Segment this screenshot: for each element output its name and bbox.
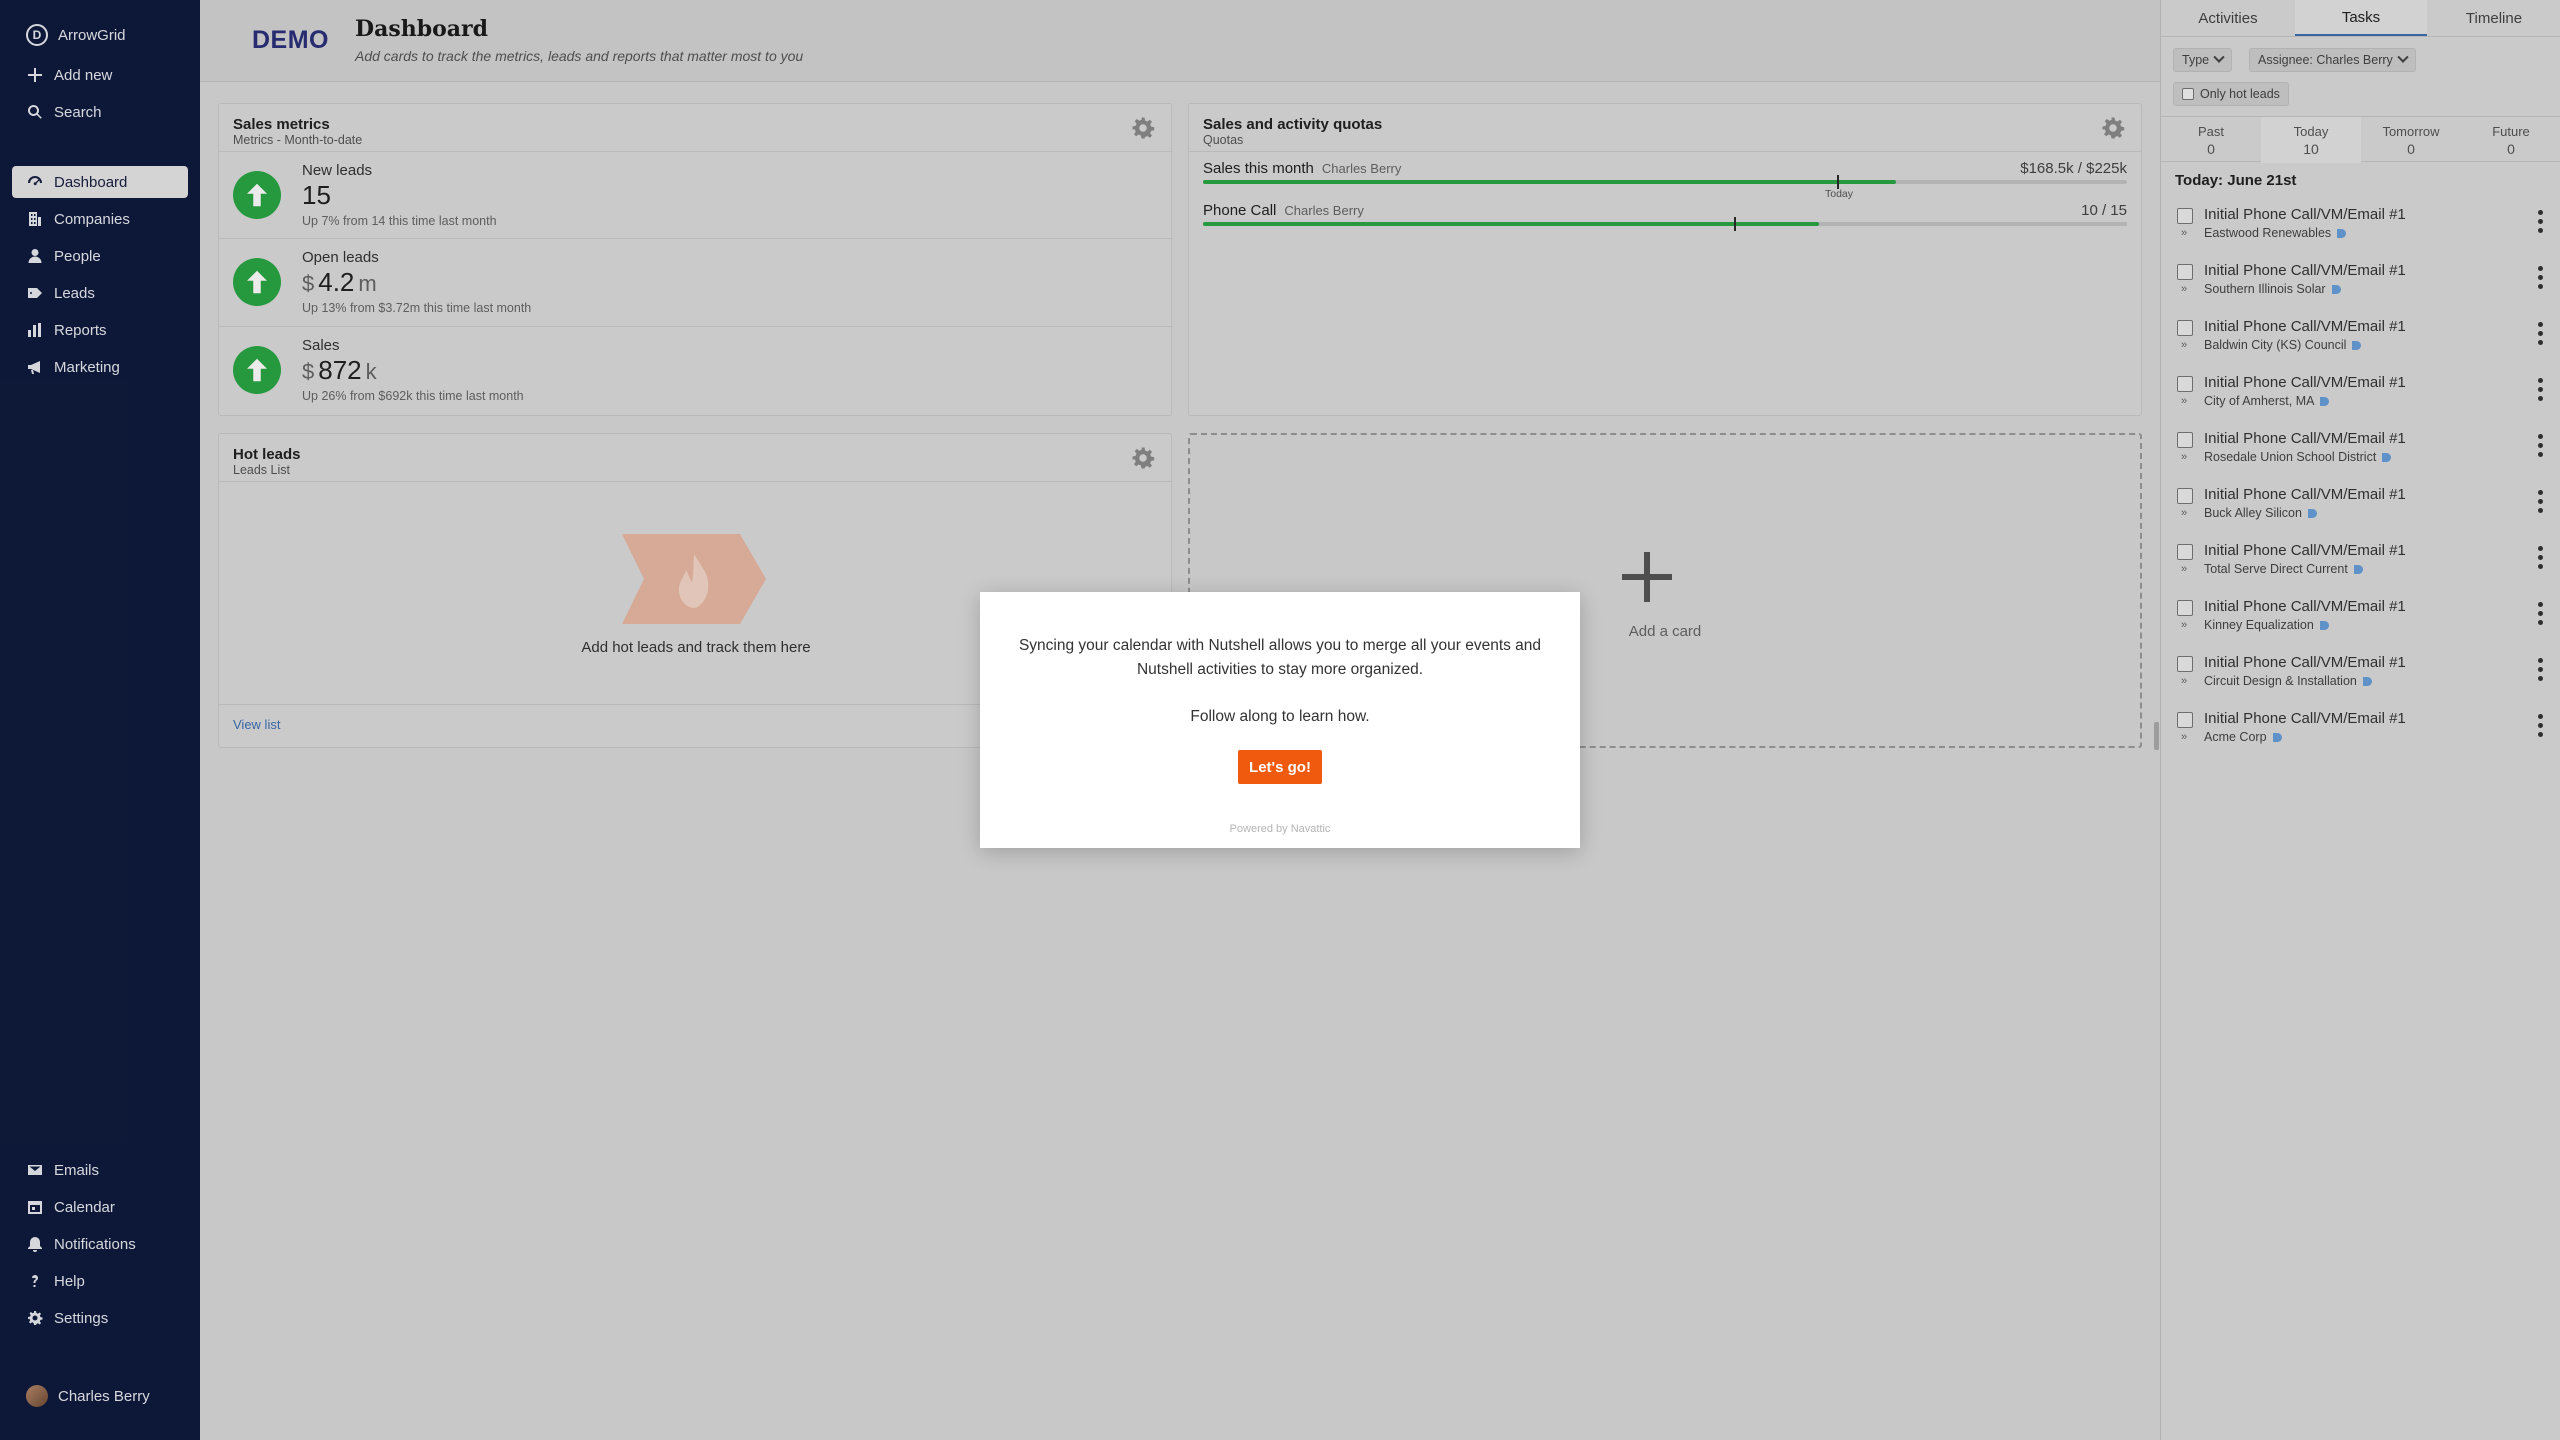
lets-go-button[interactable]: Let's go! bbox=[1238, 750, 1322, 784]
powered-by-text: Powered by Navattic bbox=[1229, 823, 1331, 835]
modal-follow-text: Follow along to learn how. bbox=[1190, 708, 1370, 725]
calendar-sync-modal: Syncing your calendar with Nutshell allo… bbox=[980, 592, 1580, 848]
modal-message: Syncing your calendar with Nutshell allo… bbox=[1018, 637, 1542, 678]
